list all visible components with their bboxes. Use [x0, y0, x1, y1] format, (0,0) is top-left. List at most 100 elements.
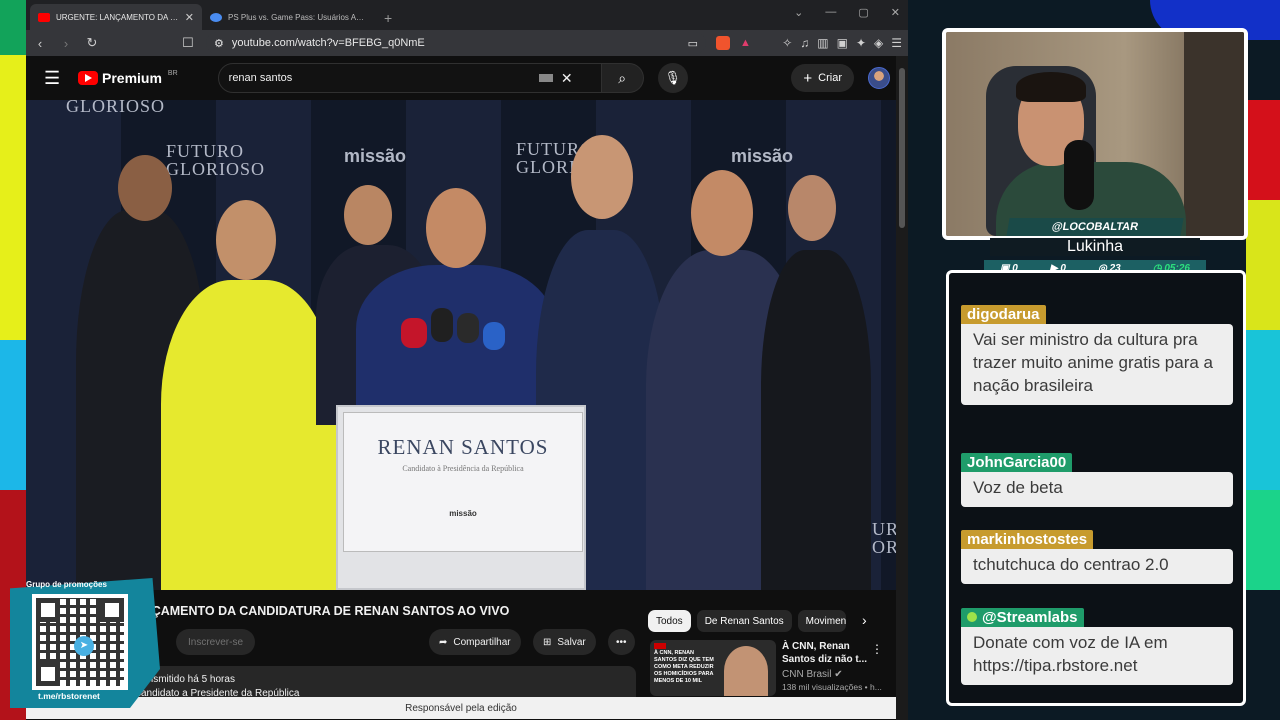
person-head	[571, 135, 633, 219]
description-line: transmitido há 5 horas	[136, 674, 235, 685]
youtube-play-icon	[78, 71, 98, 85]
person-far-right	[761, 250, 871, 590]
create-button[interactable]: + Criar	[791, 64, 854, 92]
backdrop-stripe	[0, 55, 26, 340]
url-text: youtube.com/watch?v=BFEBG_q0NmE	[231, 37, 425, 49]
search-input[interactable]: renan santos	[229, 72, 539, 84]
forward-icon[interactable]: ›	[58, 36, 74, 51]
chip-from-channel[interactable]: De Renan Santos	[696, 610, 792, 632]
close-tab-icon[interactable]: ✕	[185, 11, 194, 24]
streamer-hair	[1016, 72, 1086, 102]
promo-overlay: Grupo de promoções ➤ t.me/rbstorenet	[10, 578, 170, 708]
podium-sign: RENAN SANTOS Candidato à Presidência da …	[343, 412, 583, 552]
menu-icon[interactable]: ☰	[891, 36, 902, 50]
guide-menu-icon[interactable]: ☰	[44, 68, 64, 89]
subscribe-button[interactable]: Inscrever-se	[176, 629, 256, 655]
tab-search-icon[interactable]: ⌄	[794, 6, 803, 19]
page-scrollbar[interactable]	[896, 56, 908, 720]
close-window-icon[interactable]: ✕	[891, 6, 900, 19]
promo-link: t.me/rbstorenet	[38, 691, 100, 701]
extensions-icon[interactable]: ✧	[782, 36, 792, 50]
chat-username: @Streamlabs	[961, 608, 1084, 627]
share-button[interactable]: ➦ Compartilhar	[429, 629, 521, 655]
cast-icon[interactable]: ▭	[688, 37, 698, 50]
chevron-right-icon[interactable]: ›	[862, 612, 867, 628]
media-icon[interactable]: ♫	[800, 36, 809, 50]
leo-icon[interactable]: ✦	[856, 36, 866, 50]
scrollbar-thumb[interactable]	[899, 68, 905, 228]
person-head	[344, 185, 392, 245]
tab-title: URGENTE: LANÇAMENTO DA CANDIDATURA	[56, 12, 179, 22]
chat-message: markinhostostes tchutchuca do centrao 2.…	[961, 530, 1233, 584]
browser-toolbar: ‹ › ↻ ☐ ⚙ youtube.com/watch?v=BFEBG_q0Nm…	[26, 30, 908, 56]
thumbnail-caption: À CNN, RENAN SANTOS DIZ QUE TEM COMO MET…	[654, 650, 714, 684]
telegram-icon: ➤	[74, 636, 94, 656]
kebab-menu-icon[interactable]: ⋮	[871, 642, 883, 656]
minimize-icon[interactable]: —	[825, 6, 836, 19]
backdrop-stripe	[1244, 100, 1280, 200]
back-icon[interactable]: ‹	[32, 36, 48, 51]
tab-strip: URGENTE: LANÇAMENTO DA CANDIDATURA ✕ PS …	[26, 0, 908, 30]
video-thumbnail[interactable]: À CNN, RENAN SANTOS DIZ QUE TEM COMO MET…	[650, 640, 776, 696]
qr-code: ➤	[32, 594, 128, 690]
brave-rewards-icon[interactable]: ▲	[740, 37, 751, 49]
cnn-logo-icon	[654, 643, 666, 649]
more-actions-button[interactable]: •••	[608, 629, 635, 655]
recommended-title[interactable]: Santos diz não t...	[782, 653, 882, 666]
qr-pattern: ➤	[36, 598, 124, 686]
chat-text: Vai ser ministro da cultura pra trazer m…	[961, 324, 1233, 405]
save-button[interactable]: ⊞ Salvar	[533, 629, 596, 655]
chat-username: digodarua	[961, 305, 1046, 324]
tab-google-search[interactable]: PS Plus vs. Game Pass: Usuários Ativos -…	[202, 4, 374, 30]
gemini-favicon-icon	[210, 12, 222, 22]
search-box[interactable]: renan santos ✕	[217, 63, 602, 93]
recommended-meta: À CNN, Renan Santos diz não t... CNN Bra…	[782, 640, 882, 700]
create-label: Criar	[818, 72, 842, 84]
brave-shield-icon[interactable]	[716, 36, 730, 50]
chat-text: Voz de beta	[961, 472, 1233, 507]
backdrop-text: missão	[731, 146, 794, 166]
chip-all[interactable]: Todos	[648, 610, 691, 632]
reload-icon[interactable]: ↻	[84, 35, 100, 51]
new-tab-button[interactable]: +	[374, 10, 402, 30]
recommended-title[interactable]: À CNN, Renan	[782, 640, 882, 653]
vpn-icon[interactable]: ◈	[874, 36, 883, 50]
bookmark-icon[interactable]: ☐	[180, 35, 196, 51]
voice-search-button[interactable]: 🎙	[657, 63, 688, 93]
video-player[interactable]: GLORIOSO FUTURO GLORIOSO missão FUTURO G…	[26, 100, 896, 590]
candidate-head	[426, 188, 486, 268]
tab-youtube-live[interactable]: URGENTE: LANÇAMENTO DA CANDIDATURA ✕	[30, 4, 202, 30]
search-button[interactable]: ⌕	[601, 63, 644, 93]
window-controls: ⌄ — ▢ ✕	[794, 6, 900, 19]
logo-text: Premium	[102, 70, 162, 86]
chat-message: digodarua Vai ser ministro da cultura pr…	[961, 305, 1233, 405]
backdrop-text: FUTURO GLORIOSO	[166, 141, 266, 179]
recommended-video[interactable]: À CNN, RENAN SANTOS DIZ QUE TEM COMO MET…	[650, 640, 896, 700]
recommended-channel[interactable]: CNN Brasil ✔	[782, 668, 882, 681]
microphone-cluster	[401, 308, 511, 408]
chip-movement[interactable]: Movimen	[797, 610, 846, 632]
thumbnail-face	[724, 646, 768, 696]
site-info-icon[interactable]: ⚙	[214, 37, 224, 50]
avatar[interactable]	[868, 67, 890, 89]
podium-brand: missão	[449, 509, 477, 518]
keyboard-icon[interactable]	[538, 74, 553, 82]
share-label: Compartilhar	[453, 636, 511, 648]
podium: RENAN SANTOS Candidato à Presidência da …	[336, 405, 586, 590]
youtube-logo[interactable]: Premium BR	[78, 70, 178, 86]
more-icon: •••	[616, 636, 627, 648]
streamer-handle: @LOCOBALTAR	[1006, 218, 1184, 236]
person-yellow-jacket	[161, 280, 336, 590]
backdrop-text: missão	[344, 146, 407, 166]
streaming-microphone	[1064, 140, 1094, 210]
wallet-icon[interactable]: ▣	[837, 36, 848, 50]
clear-search-icon[interactable]: ✕	[561, 70, 573, 87]
share-icon: ➦	[439, 636, 448, 648]
related-chips: Todos De Renan Santos Movimen	[648, 610, 846, 632]
maximize-icon[interactable]: ▢	[858, 6, 868, 19]
address-bar[interactable]: ⚙ youtube.com/watch?v=BFEBG_q0NmE ▭	[206, 32, 706, 54]
youtube-favicon-icon	[38, 12, 50, 22]
youtube-header: ☰ Premium BR renan santos ✕ ⌕ 🎙 + Criar	[26, 56, 908, 100]
person-head	[216, 200, 276, 280]
sidebar-icon[interactable]: ▥	[817, 36, 828, 50]
